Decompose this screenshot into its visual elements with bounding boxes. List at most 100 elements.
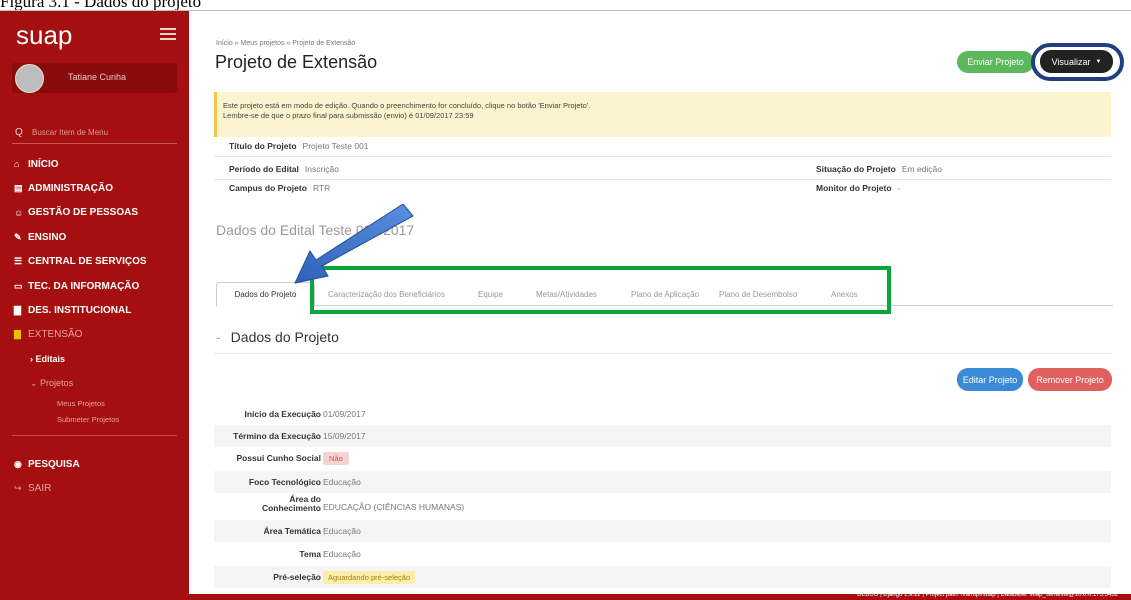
- pointer-arrow-annotation: [294, 204, 414, 284]
- info-value: Em edição: [901, 164, 942, 174]
- sidebar-item-tec-informacao[interactable]: ▭ TEC. DA INFORMAÇÃO: [0, 274, 189, 298]
- detail-row: Área do Conhecimento EDUCAÇÃO (CIÊNCIAS H…: [214, 494, 1111, 518]
- detail-value: Educação: [323, 477, 361, 487]
- brand-logo[interactable]: suap: [16, 20, 72, 51]
- logout-icon: ↪: [14, 483, 22, 494]
- section-title-text: Dados do Projeto: [230, 329, 339, 345]
- detail-label: Área do Conhecimento: [262, 495, 321, 513]
- home-icon: ⌂: [14, 159, 20, 170]
- info-label: Período do Edital: [229, 164, 299, 174]
- info-campus: Campus do Projeto RTR: [229, 183, 330, 193]
- debug-footer: DEBUG | Django 1.9.12 | Project path: /v…: [189, 592, 1131, 600]
- detail-label-line: Conhecimento: [261, 503, 321, 513]
- sidebar-nav-bottom: ◉ PESQUISA ↪ SAIR: [0, 452, 189, 501]
- sidebar-item-label: PESQUISA: [28, 458, 80, 470]
- detail-row: Área Temática Educação: [214, 520, 1111, 542]
- highlight-circle-annotation: [1031, 43, 1124, 81]
- detail-label: Tema: [299, 549, 321, 559]
- status-badge: Aguardando pré-seleção: [323, 571, 416, 584]
- sidebar-link-submeter-projetos[interactable]: Submeter Projetos: [0, 411, 189, 427]
- sidebar-item-label: CENTRAL DE SERVIÇOS: [28, 256, 147, 268]
- edit-mode-notice: Este projeto está em modo de edição. Qua…: [214, 92, 1111, 137]
- detail-value: Educação: [323, 549, 361, 559]
- sidebar-subitem-label: Editais: [35, 354, 66, 365]
- send-project-button[interactable]: Enviar Projeto: [957, 51, 1034, 73]
- info-periodo: Período do Edital Inscrição: [229, 164, 339, 174]
- info-monitor: Monitor do Projeto -: [816, 183, 900, 193]
- detail-label: Início da Execução: [244, 409, 321, 419]
- pencil-icon: ✎: [14, 231, 22, 242]
- sidebar-item-extensao[interactable]: ▇ EXTENSÃO: [0, 323, 189, 347]
- info-titulo: Título do Projeto Projeto Teste 001: [229, 141, 369, 151]
- sidebar-item-label: DES. INSTITUCIONAL: [28, 305, 132, 317]
- sidebar-item-gestao-pessoas[interactable]: ☺ GESTÃO DE PESSOAS: [0, 201, 189, 225]
- status-badge: Não: [323, 452, 349, 465]
- section-divider: [214, 353, 1111, 354]
- info-label: Título do Projeto: [229, 141, 297, 151]
- sidebar-item-sair[interactable]: ↪ SAIR: [0, 476, 189, 500]
- detail-label: Possui Cunho Social: [236, 453, 321, 463]
- extension-icon: ▇: [14, 329, 21, 340]
- figure-caption: Figura 3.1 - Dados do projeto: [0, 0, 202, 11]
- detail-row: Possui Cunho Social Não: [214, 447, 1111, 469]
- info-label: Monitor do Projeto: [816, 183, 892, 193]
- sidebar-item-central-servicos[interactable]: ☰ CENTRAL DE SERVIÇOS: [0, 250, 189, 274]
- collapse-dash-icon[interactable]: -: [216, 329, 221, 345]
- people-icon: ☺: [14, 207, 24, 218]
- remove-project-button[interactable]: Remover Projeto: [1028, 368, 1112, 391]
- sidebar-item-label: GESTÃO DE PESSOAS: [28, 207, 139, 219]
- detail-value: EDUCAÇÃO (CIÊNCIAS HUMANAS): [323, 502, 465, 512]
- sidebar-item-label: TEC. DA INFORMAÇÃO: [28, 280, 140, 292]
- search-icon: Q: [15, 127, 23, 138]
- sidebar-item-des-institucional[interactable]: ▇ DES. INSTITUCIONAL: [0, 298, 189, 322]
- list-icon: ☰: [14, 256, 23, 267]
- detail-row: Foco Tecnológico Educação: [214, 471, 1111, 493]
- sidebar-item-ensino[interactable]: ✎ ENSINO: [0, 225, 189, 249]
- sidebar-item-administracao[interactable]: ▤ ADMINISTRAÇÃO: [0, 176, 189, 200]
- detail-value: Aguardando pré-seleção: [323, 571, 416, 584]
- detail-label: Área Temática: [263, 526, 321, 536]
- info-value: -: [897, 183, 901, 193]
- sidebar: suap Tatiane Cunha Q Buscar Item de Menu…: [0, 11, 189, 600]
- sidebar-nav: ⌂ INÍCIO ▤ ADMINISTRAÇÃO ☺ GESTÃO DE PES…: [0, 152, 189, 437]
- detail-label: Término da Execução: [233, 431, 321, 441]
- user-name: Tatiane Cunha: [68, 72, 127, 82]
- notice-line: Este projeto está em modo de edição. Qua…: [223, 101, 591, 110]
- info-value: RTR: [312, 183, 331, 193]
- sidebar-item-inicio[interactable]: ⌂ INÍCIO: [0, 152, 189, 176]
- detail-row: Pré-seleção Aguardando pré-seleção: [214, 566, 1111, 588]
- edit-project-button[interactable]: Editar Projeto: [957, 368, 1023, 391]
- detail-row: Tema Educação: [214, 543, 1111, 565]
- section-title: - Dados do Projeto: [216, 329, 339, 345]
- sidebar-item-pesquisa[interactable]: ◉ PESQUISA: [0, 452, 189, 476]
- detail-label: Foco Tecnológico: [248, 477, 321, 487]
- main-content: Início » Meus projetos » Projeto de Exte…: [189, 11, 1131, 600]
- sidebar-item-label: EXTENSÃO: [28, 329, 83, 341]
- avatar: [15, 64, 44, 93]
- info-situacao: Situação do Projeto Em edição: [816, 164, 942, 174]
- user-profile[interactable]: Tatiane Cunha: [12, 63, 177, 93]
- page-title: Projeto de Extensão: [215, 52, 378, 72]
- breadcrumb[interactable]: Início » Meus projetos » Projeto de Exte…: [216, 40, 355, 47]
- detail-value: 15/09/2017: [323, 431, 366, 441]
- sidebar-item-label: ADMINISTRAÇÃO: [28, 183, 113, 195]
- info-label: Campus do Projeto: [229, 183, 307, 193]
- detail-label: Pré-seleção: [273, 572, 321, 582]
- sidebar-subitem-label: Projetos: [40, 378, 74, 389]
- sidebar-item-label: SAIR: [28, 483, 52, 495]
- detail-value: Não: [323, 452, 349, 465]
- notice-line: Lembre-se de que o prazo final para subm…: [223, 111, 474, 120]
- sidebar-link-meus-projetos[interactable]: Meus Projetos: [0, 395, 189, 411]
- detail-row: Término da Execução 15/09/2017: [214, 425, 1111, 447]
- hamburger-menu-icon[interactable]: [160, 28, 176, 40]
- chevron-down-icon: ⌄: [30, 377, 41, 388]
- menu-search-input[interactable]: Buscar Item de Menu: [32, 128, 108, 137]
- row-divider: [214, 156, 1111, 157]
- sidebar-subitem-editais[interactable]: › Editais: [0, 347, 189, 371]
- sidebar-divider: [12, 435, 177, 437]
- menu-search[interactable]: Q Buscar Item de Menu: [12, 122, 177, 144]
- sidebar-item-label: INÍCIO: [28, 158, 59, 170]
- info-label: Situação do Projeto: [816, 164, 896, 174]
- sidebar-subitem-projetos[interactable]: ⌄ Projetos: [0, 371, 189, 395]
- monitor-icon: ▭: [14, 280, 23, 291]
